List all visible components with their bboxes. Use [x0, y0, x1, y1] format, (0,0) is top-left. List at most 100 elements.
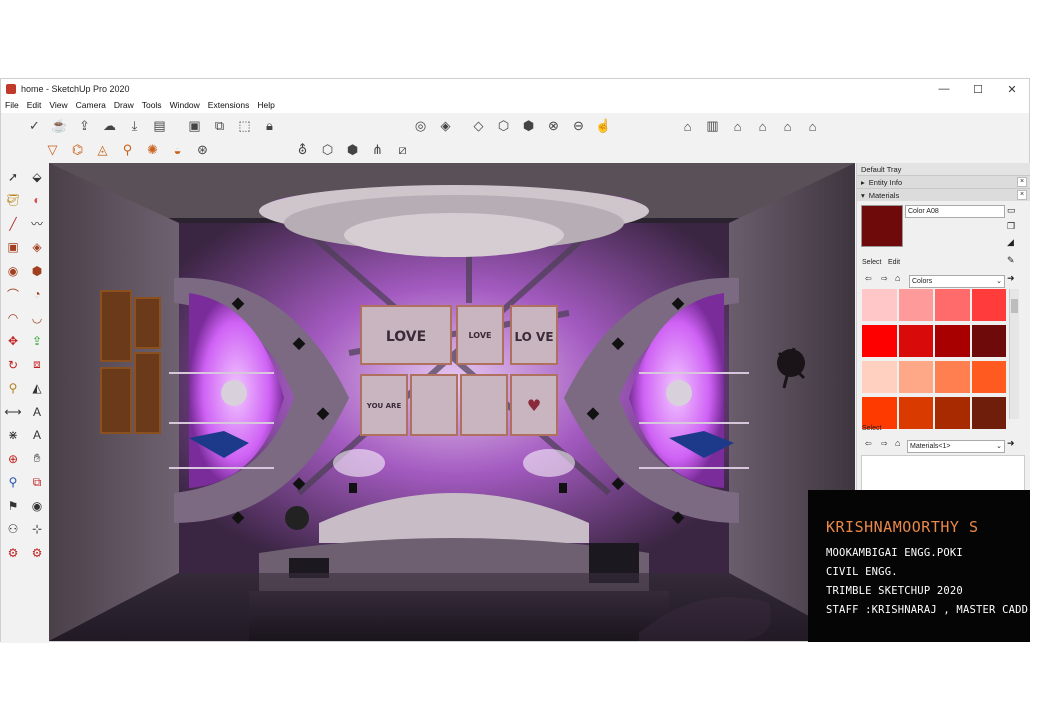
zoom-window-icon[interactable]: ⧉: [25, 471, 49, 495]
material-name-field[interactable]: Color A08: [905, 205, 1005, 218]
color-swatch[interactable]: [935, 289, 970, 321]
polygon-icon[interactable]: ⬢: [25, 259, 49, 283]
three-point-arc-icon[interactable]: ◠: [1, 306, 25, 330]
right-view-icon[interactable]: ⌂: [751, 115, 774, 138]
home-icon[interactable]: ⌂: [895, 273, 900, 283]
tab-edit[interactable]: Edit: [888, 259, 900, 266]
dimension-icon[interactable]: ⟷: [1, 400, 25, 424]
eraser-icon[interactable]: ⬙: [25, 165, 49, 189]
shaded-textures-icon[interactable]: ⊗: [542, 115, 565, 138]
menu-help[interactable]: Help: [253, 99, 278, 113]
account-icon[interactable]: ✓: [23, 115, 46, 138]
warehouse-icon[interactable]: ⚙: [25, 541, 49, 565]
rotated-rect-icon[interactable]: ◈: [25, 236, 49, 260]
menu-draw[interactable]: Draw: [110, 99, 138, 113]
terrain-tool-3-icon[interactable]: ◬: [91, 139, 114, 162]
color-swatch[interactable]: [898, 361, 933, 393]
maximize-button[interactable]: ☐: [961, 79, 995, 99]
look-around-icon[interactable]: ◉: [25, 494, 49, 518]
terrain-tool-5-icon[interactable]: ✺: [141, 139, 164, 162]
monochrome-icon[interactable]: ⊖: [567, 115, 590, 138]
layout-icon[interactable]: ▣: [183, 115, 206, 138]
color-swatch[interactable]: [935, 397, 970, 429]
color-swatch[interactable]: [898, 325, 933, 357]
color-swatch[interactable]: [862, 361, 897, 393]
two-point-arc-icon[interactable]: ◡: [25, 306, 49, 330]
color-swatch[interactable]: [971, 289, 1006, 321]
3d-viewport[interactable]: LOVE LOVE LO VE YOU ARE ♥: [49, 163, 855, 641]
terrain-tool-6-icon[interactable]: ◒: [166, 139, 189, 162]
terrain-tool-1-icon[interactable]: ▽: [41, 139, 64, 162]
rectangle-icon[interactable]: ▣: [1, 236, 25, 260]
material-preview[interactable]: [861, 205, 903, 247]
menu-view[interactable]: View: [45, 99, 71, 113]
color-swatch[interactable]: [935, 325, 970, 357]
menu-camera[interactable]: Camera: [72, 99, 110, 113]
circle-icon[interactable]: ◉: [1, 259, 25, 283]
solid-tools-icon[interactable]: ⛢: [291, 139, 314, 162]
forward-icon[interactable]: ⇨: [881, 274, 888, 283]
rotate-icon[interactable]: ↻: [1, 353, 25, 377]
position-camera-icon[interactable]: ⚑: [1, 494, 25, 518]
section-icon[interactable]: ☝: [592, 115, 615, 138]
paint-bucket-icon[interactable]: 🪣︎: [1, 189, 25, 213]
model-materials-dropdown[interactable]: Materials<1> ⌄: [907, 440, 1005, 453]
3d-text-icon[interactable]: A: [25, 424, 49, 448]
orbit-icon[interactable]: ⊕: [1, 447, 25, 471]
menu-file[interactable]: File: [1, 99, 23, 113]
axes-icon[interactable]: ⋇: [1, 424, 25, 448]
back-icon[interactable]: ⇦: [865, 274, 872, 283]
minimize-button[interactable]: —: [927, 79, 961, 99]
iso-view-icon[interactable]: ⌂: [676, 115, 699, 138]
tape-icon[interactable]: ⚲: [1, 377, 25, 401]
lower-details-arrow-icon[interactable]: ➜: [1007, 438, 1015, 449]
terrain-tool-7-icon[interactable]: ⊛: [191, 139, 214, 162]
close-icon[interactable]: ×: [1017, 190, 1027, 200]
menu-tools[interactable]: Tools: [138, 99, 166, 113]
text-icon[interactable]: A: [25, 400, 49, 424]
swatch-scrollbar[interactable]: [1009, 289, 1019, 419]
outer-shell-icon[interactable]: ⬢: [341, 139, 364, 162]
walk-icon[interactable]: ⚇: [1, 518, 25, 542]
intersect-icon[interactable]: ⋔: [366, 139, 389, 162]
move-icon[interactable]: ✥: [1, 330, 25, 354]
box-icon[interactable]: ⬡: [316, 139, 339, 162]
eyedropper-icon[interactable]: ✎: [1007, 255, 1015, 266]
library-dropdown[interactable]: Colors ⌄: [909, 275, 1005, 288]
import-icon[interactable]: ⤓: [123, 115, 146, 138]
details-arrow-icon[interactable]: ➜: [1007, 273, 1015, 284]
tab-select[interactable]: Select: [862, 259, 881, 266]
protractor-icon[interactable]: ◭: [25, 377, 49, 401]
wireframe-icon[interactable]: ◇: [467, 115, 490, 138]
cloud-icon[interactable]: ☁: [98, 115, 121, 138]
lower-forward-icon[interactable]: ⇨: [881, 439, 888, 448]
terrain-tool-2-icon[interactable]: ⌬: [66, 139, 89, 162]
entity-info-panel[interactable]: ▸ Entity Info ×: [857, 175, 1030, 188]
export-icon[interactable]: ▤: [148, 115, 171, 138]
color-swatch[interactable]: [971, 361, 1006, 393]
pie-icon[interactable]: ◔: [25, 283, 49, 307]
x-ray-icon[interactable]: ◎: [409, 115, 432, 138]
offset-icon[interactable]: ⧈: [25, 353, 49, 377]
zoom-icon[interactable]: ⚲: [1, 471, 25, 495]
lock-icon[interactable]: 🔒︎: [258, 115, 281, 138]
color-swatch[interactable]: [935, 361, 970, 393]
color-swatch[interactable]: [862, 289, 897, 321]
color-swatch[interactable]: [971, 325, 1006, 357]
arc-icon[interactable]: ⌒: [1, 283, 25, 307]
lower-home-icon[interactable]: ⌂: [895, 438, 900, 448]
left-view-icon[interactable]: ⌂: [801, 115, 824, 138]
back-view-icon[interactable]: ⌂: [776, 115, 799, 138]
pan-icon[interactable]: ✋︎: [25, 447, 49, 471]
teapot-icon[interactable]: ☕: [48, 115, 71, 138]
select-icon[interactable]: ➚: [1, 165, 25, 189]
create-material-icon[interactable]: ❒: [1007, 221, 1015, 232]
shaded-icon[interactable]: ⬢: [517, 115, 540, 138]
display-material-icon[interactable]: ▭: [1007, 205, 1016, 216]
menu-edit[interactable]: Edit: [23, 99, 46, 113]
generate-report-icon[interactable]: ⧉: [208, 115, 231, 138]
menu-window[interactable]: Window: [166, 99, 204, 113]
follow-me-icon[interactable]: ◐: [25, 189, 49, 213]
line-icon[interactable]: ╱: [1, 212, 25, 236]
back-edges-icon[interactable]: ◈: [434, 115, 457, 138]
